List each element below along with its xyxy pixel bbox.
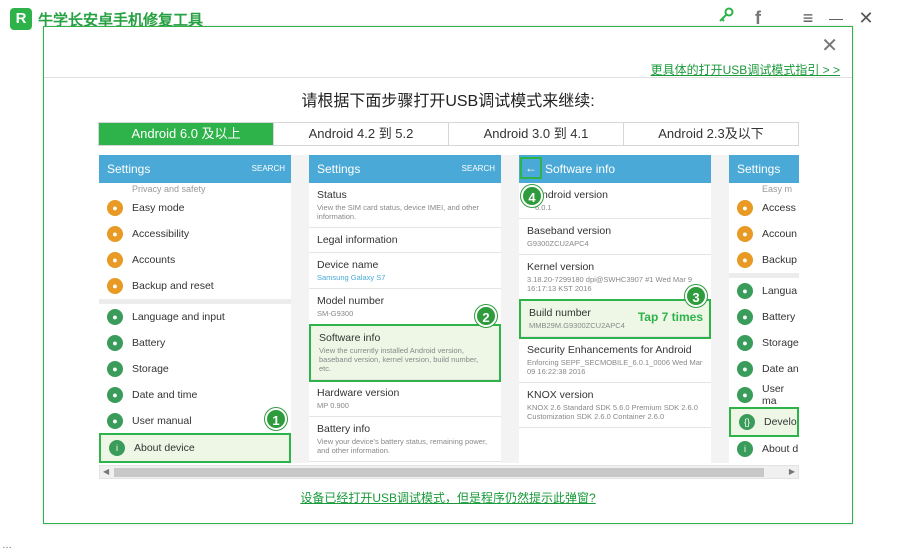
screen-header: Settings — [729, 155, 799, 183]
info-icon: i — [109, 440, 125, 456]
back-arrow-icon: ← — [520, 157, 542, 179]
horizontal-scrollbar[interactable]: ◀ ▶ — [99, 465, 799, 479]
screen-settings-developer: Settings Easy m ● Access ● Accoun ● Backup … — [729, 155, 799, 463]
settings-icon: ● — [737, 226, 753, 242]
list-item: ● Date an — [729, 356, 799, 382]
list-item: ● Accessibility — [99, 221, 291, 247]
list-item: i About d — [729, 436, 799, 462]
list-item: Privacy and safety — [132, 184, 206, 194]
step-badge-3: 3 — [685, 285, 707, 307]
developer-options-item: {} Develop — [729, 407, 799, 437]
background-partial-text: … — [2, 540, 12, 551]
step-badge-1: 1 — [265, 408, 287, 430]
software-info-item: Software info View the currently installe… — [309, 324, 501, 382]
settings-icon: ● — [737, 252, 753, 268]
instruction-screens: Settings SEARCH Privacy and safety ● Easy… — [99, 155, 799, 463]
list-item: ● User manual — [99, 408, 291, 434]
list-item: Baseband version G9300ZCU2APC4 — [519, 219, 711, 255]
settings-icon: ● — [737, 283, 753, 299]
detailed-guide-link[interactable]: 更具体的打开USB调试模式指引 > > — [651, 61, 840, 78]
list-item: Kernel version 3.18.20-7299180 dpi@SWHC39… — [519, 255, 711, 300]
list-item: ● Storage — [99, 356, 291, 382]
settings-icon: ● — [107, 278, 123, 294]
settings-icon: ● — [107, 200, 123, 216]
list-item: ● Backup and reset — [99, 273, 291, 299]
android-version-tabs: Android 6.0 及以上 Android 4.2 到 5.2 Androi… — [98, 122, 799, 146]
close-button[interactable]: ✕ — [854, 6, 878, 30]
list-item: Security Enhancements for Android Enforci… — [519, 338, 711, 383]
still-prompting-help-link[interactable]: 设备已经打开USB调试模式，但是程序仍然提示此弹窗? — [44, 489, 852, 506]
scroll-left-icon[interactable]: ◀ — [103, 466, 109, 478]
scroll-right-icon[interactable]: ▶ — [789, 466, 795, 478]
list-item: ● Accounts — [99, 247, 291, 273]
screen-software-info: ← Software info Android version 6.0.1 Bas… — [519, 155, 711, 463]
settings-icon: ● — [107, 309, 123, 325]
settings-icon: ● — [737, 387, 753, 403]
screen-header-title: Settings — [317, 162, 361, 176]
list-item: ● Langua — [729, 278, 799, 304]
settings-icon: ● — [107, 413, 123, 429]
step-badge-2: 2 — [475, 305, 497, 327]
settings-icon: ● — [737, 335, 753, 351]
dialog-close-icon[interactable]: ✕ — [821, 33, 838, 58]
list-item: KNOX version KNOX 2.6 Standard SDK 5.6.0 … — [519, 383, 711, 428]
list-item: Legal information — [309, 228, 501, 253]
tab-android-6[interactable]: Android 6.0 及以上 — [99, 123, 274, 145]
build-number-item: Build number MMB29M.G9300ZCU2APC4 Tap 7 t… — [519, 299, 711, 339]
screen-header-title: Settings — [107, 162, 151, 176]
screen-header-title: Settings — [737, 162, 781, 176]
list-item: Status View the SIM card status, device I… — [309, 183, 501, 228]
tab-android-4-2[interactable]: Android 4.2 到 5.2 — [274, 123, 449, 145]
list-item: ● Backup — [729, 247, 799, 273]
settings-icon: ● — [107, 226, 123, 242]
screen-header: Settings SEARCH — [309, 155, 501, 183]
list-item: ● Easy mode — [99, 195, 291, 221]
screen-header: Settings SEARCH — [99, 155, 291, 183]
list-item: ● Access — [729, 195, 799, 221]
settings-icon: ● — [737, 200, 753, 216]
screen-header-title: Software info — [545, 162, 616, 176]
list-item: ● User ma — [729, 382, 799, 408]
info-icon: i — [737, 441, 753, 457]
step-badge-4: 4 — [521, 185, 543, 207]
list-item: Device name Samsung Galaxy S7 — [309, 253, 501, 289]
screen-header: ← Software info — [519, 155, 711, 183]
app-logo: R — [10, 8, 32, 30]
divider — [44, 77, 852, 78]
list-item: ● Accoun — [729, 221, 799, 247]
scrollbar-thumb[interactable] — [114, 468, 764, 477]
screen-settings-1: Settings SEARCH Privacy and safety ● Easy… — [99, 155, 291, 463]
settings-icon: ● — [107, 335, 123, 351]
list-item: ● Storage — [729, 330, 799, 356]
list-item: Easy m — [762, 184, 793, 194]
screen-settings-2: Settings SEARCH Status View the SIM card … — [309, 155, 501, 463]
tab-android-3-0[interactable]: Android 3.0 到 4.1 — [449, 123, 624, 145]
usb-debug-dialog: ✕ 更具体的打开USB调试模式指引 > > 请根据下面步骤打开USB调试模式来继… — [43, 26, 853, 524]
list-item: Model number SM-G9300 — [309, 289, 501, 325]
settings-icon: ● — [737, 309, 753, 325]
dialog-heading: 请根据下面步骤打开USB调试模式来继续: — [301, 93, 595, 110]
tap-instruction: Tap 7 times — [637, 310, 703, 324]
list-item: ● Battery — [99, 330, 291, 356]
settings-icon: ● — [107, 387, 123, 403]
developer-icon: {} — [739, 414, 755, 430]
settings-icon: ● — [107, 252, 123, 268]
tab-android-2-3[interactable]: Android 2.3及以下 — [624, 123, 798, 145]
list-item: Android version 6.0.1 — [519, 183, 711, 219]
about-device-item: i About device — [99, 433, 291, 463]
list-item: ● Battery — [729, 304, 799, 330]
search-label: SEARCH — [251, 164, 285, 173]
list-item: Battery info View your device's battery s… — [309, 417, 501, 462]
list-item: ● Date and time — [99, 382, 291, 408]
search-label: SEARCH — [461, 164, 495, 173]
settings-icon: ● — [107, 361, 123, 377]
list-item: ● Language and input — [99, 304, 291, 330]
settings-icon: ● — [737, 361, 753, 377]
list-item: Hardware version MP 0.900 — [309, 381, 501, 417]
